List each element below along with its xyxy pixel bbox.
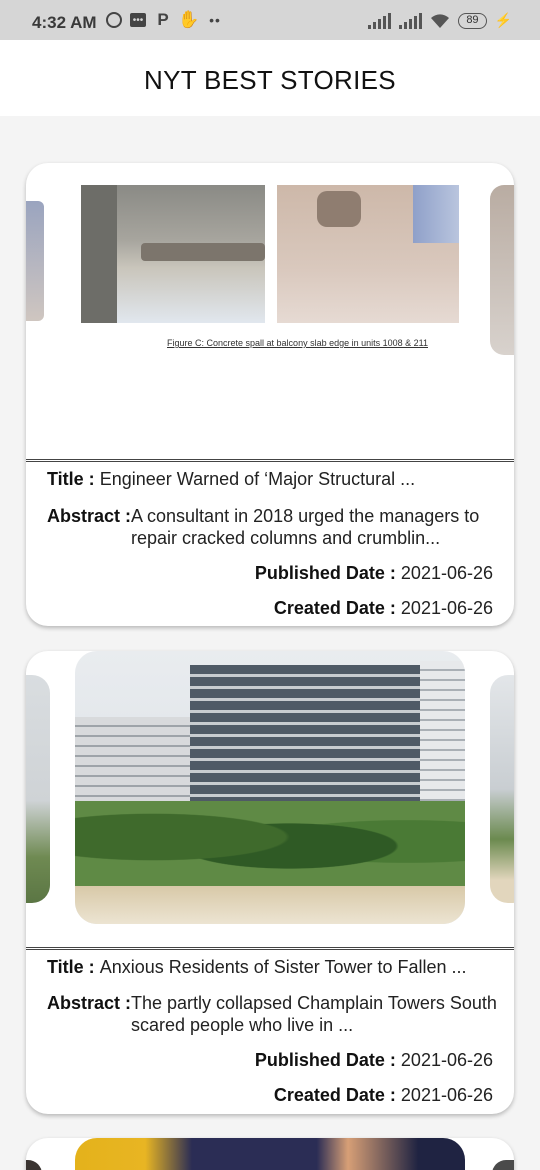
trees xyxy=(75,801,465,891)
image-carousel[interactable] xyxy=(26,1138,514,1170)
page-title: NYT BEST STORIES xyxy=(144,65,396,95)
story-abstract: The partly collapsed Champlain Towers So… xyxy=(131,993,497,1035)
title-label: Title : xyxy=(47,469,100,489)
story-card[interactable]: Figure C: Concrete spall at balcony slab… xyxy=(26,163,514,626)
published-date-row: Published Date : 2021-06-26 xyxy=(255,563,493,584)
charging-icon: ⚡ xyxy=(494,12,512,28)
carousel-next-image[interactable] xyxy=(490,185,514,355)
abstract-label: Abstract : xyxy=(47,506,132,526)
signal-icon xyxy=(368,12,392,29)
hand-wave-icon: ✋ xyxy=(178,10,200,29)
story-abstract-row: Abstract : The partly collapsed Champlai… xyxy=(47,992,497,1036)
alarm-icon xyxy=(106,12,122,28)
carousel-prev-image[interactable] xyxy=(26,201,44,321)
status-bar: 4:32 AM ••• P ✋ •• 89 ⚡ xyxy=(0,0,540,40)
published-date: 2021-06-26 xyxy=(400,563,493,583)
image-carousel[interactable]: Figure C: Concrete spall at balcony slab… xyxy=(26,163,514,460)
abstract-label: Abstract : xyxy=(47,993,132,1013)
story-abstract: A consultant in 2018 urged the managers … xyxy=(131,506,480,548)
story-image[interactable]: Figure C: Concrete spall at balcony slab… xyxy=(62,163,476,460)
published-date: 2021-06-26 xyxy=(400,1050,493,1070)
published-label: Published Date : xyxy=(254,1050,401,1070)
card-divider xyxy=(26,459,514,462)
created-date: 2021-06-26 xyxy=(400,1085,493,1105)
system-icons: 89 ⚡ xyxy=(368,12,512,29)
published-label: Published Date : xyxy=(254,563,401,583)
carousel-next-image[interactable] xyxy=(492,1160,514,1170)
message-icon: ••• xyxy=(130,13,146,27)
story-card[interactable] xyxy=(26,1138,514,1170)
more-dots-icon: •• xyxy=(209,12,221,28)
title-label: Title : xyxy=(47,957,100,977)
status-time: 4:32 AM xyxy=(32,13,97,32)
created-label: Created Date : xyxy=(273,1085,401,1105)
carousel-next-image[interactable] xyxy=(490,675,514,903)
beach xyxy=(75,886,465,924)
card-divider xyxy=(26,947,514,950)
figure-photo-left xyxy=(81,185,265,323)
story-title: Anxious Residents of Sister Tower to Fal… xyxy=(99,957,467,977)
notification-icons: ••• P ✋ •• xyxy=(106,10,224,29)
story-title-row: Title : Engineer Warned of ‘Major Struct… xyxy=(47,469,415,490)
created-date: 2021-06-26 xyxy=(400,598,493,618)
created-date-row: Created Date : 2021-06-26 xyxy=(274,598,493,619)
carousel-prev-image[interactable] xyxy=(26,675,50,903)
story-card[interactable]: Title : Anxious Residents of Sister Towe… xyxy=(26,651,514,1114)
figure-caption: Figure C: Concrete spall at balcony slab… xyxy=(167,338,428,348)
created-date-row: Created Date : 2021-06-26 xyxy=(274,1085,493,1106)
image-carousel[interactable] xyxy=(26,651,514,948)
wifi-icon xyxy=(430,13,450,29)
story-abstract-row: Abstract : A consultant in 2018 urged th… xyxy=(47,505,497,549)
p-icon: P xyxy=(157,10,169,29)
story-image[interactable] xyxy=(75,1138,465,1170)
created-label: Created Date : xyxy=(273,598,401,618)
figure-photo-right xyxy=(277,185,459,323)
published-date-row: Published Date : 2021-06-26 xyxy=(255,1050,493,1071)
carousel-prev-image[interactable] xyxy=(26,1160,42,1170)
signal-icon xyxy=(399,12,423,29)
app-bar: NYT BEST STORIES xyxy=(0,40,540,116)
battery-icon: 89 xyxy=(458,12,487,29)
story-image[interactable] xyxy=(75,651,465,924)
story-title: Engineer Warned of ‘Major Structural ... xyxy=(99,469,416,489)
story-title-row: Title : Anxious Residents of Sister Towe… xyxy=(47,957,467,978)
